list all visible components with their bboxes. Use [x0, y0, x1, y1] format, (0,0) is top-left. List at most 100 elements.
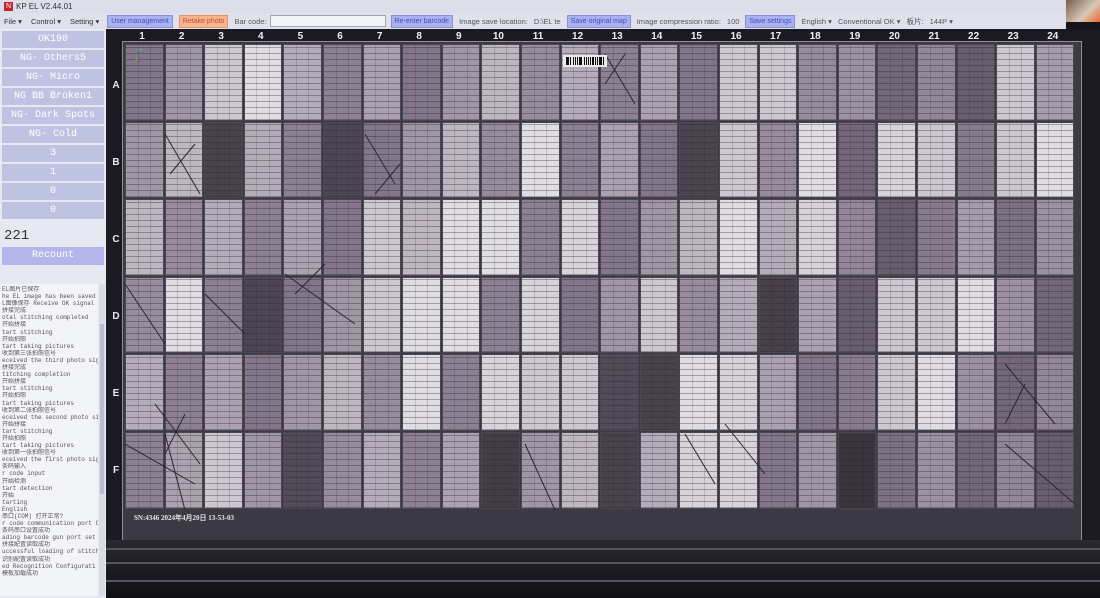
image-save-location-value[interactable]: D:\EL te [534, 17, 561, 26]
layout-label: 板片: [906, 16, 924, 26]
save-settings-button[interactable]: Save settings [745, 14, 796, 28]
menu-file[interactable]: File ▾ [0, 17, 27, 26]
column-label: 4 [258, 31, 264, 42]
log-line: 条码串口设置成功 [2, 527, 51, 535]
row-label: F [112, 465, 120, 476]
image-save-location-label: Image save location: [459, 16, 528, 26]
column-label: 23 [1007, 31, 1019, 42]
recount-button[interactable]: Recount [2, 247, 104, 265]
log-line: uccessful loading of stitchi [2, 548, 98, 556]
log-line: 拼接完成 [2, 364, 27, 372]
crack-overlay [125, 53, 1075, 510]
bar-code-input[interactable] [269, 15, 386, 27]
log-line: r code communication port C [2, 520, 98, 528]
column-label: 15 [690, 31, 702, 42]
log-line: 开始拍照 [2, 335, 27, 343]
cell-grid [125, 44, 1075, 510]
column-label: 7 [376, 31, 383, 42]
log-line: 拼接完成 [2, 307, 27, 315]
column-label: 2 [178, 31, 185, 42]
bar-code-label: Bar code: [234, 16, 267, 26]
user-management-button[interactable]: User management [107, 14, 173, 28]
log-line: tart stitching [2, 385, 53, 393]
log-line: tart taking pictures [2, 342, 75, 350]
column-label: 6 [337, 31, 343, 42]
column-label: 16 [730, 31, 742, 42]
log-line: tarting [2, 498, 28, 506]
log-line: titching completion [2, 371, 71, 379]
menu-control-label: Control [30, 16, 56, 26]
log-line: ed Recognition Configurati [2, 562, 96, 570]
category-3: NG BB Broken1 [2, 88, 104, 105]
direction-arrow-icon: → ↓ [134, 43, 143, 62]
re-enter-barcode-button[interactable]: Re-enter barcode [390, 14, 454, 28]
row-label: B [112, 157, 120, 168]
log-line: 拼接配置读取成功 [2, 541, 51, 549]
column-label: 20 [888, 31, 900, 42]
log-line: tart stitching [2, 328, 53, 336]
column-label: 10 [492, 31, 504, 42]
retake-photo-button[interactable]: Retake photo [178, 14, 229, 28]
column-label: 3 [218, 31, 224, 42]
log-line: 收到第三张拍照信号 [2, 349, 57, 357]
category-0: OK190 [2, 31, 104, 48]
window-title: KP EL V2.44.01 [16, 2, 73, 11]
log-scrollbar[interactable] [99, 284, 105, 596]
category-5: NG- Cold [2, 126, 104, 143]
row-label: D [112, 311, 120, 322]
log-line: r code input [2, 470, 46, 478]
menu-setting[interactable]: Setting ▾ [66, 17, 104, 26]
serial-timestamp: SN:4346 2024年4月20日 13-53-03 [134, 514, 234, 522]
log-line: 开始拍照 [2, 392, 27, 400]
result-mode-select[interactable]: Conventional OK ▾ [838, 17, 901, 26]
log-line: 开始拼接 [2, 378, 27, 386]
category-count-1: 1 [2, 164, 104, 181]
title-bar: N KP EL V2.44.01 [0, 0, 1100, 13]
column-label: 21 [928, 31, 940, 42]
conveyor-background [106, 540, 1100, 598]
log-line: 条码输入 [2, 463, 27, 471]
column-label: 13 [611, 31, 623, 42]
log-line: 收到第一张拍照信号 [2, 449, 57, 457]
app-logo-icon: N [4, 2, 13, 11]
menu-file-label: File [4, 16, 17, 26]
module-barcode-sticker [563, 55, 607, 67]
row-label: A [112, 80, 120, 91]
total-count: 221 [4, 228, 30, 244]
column-label: 18 [809, 31, 821, 42]
log-line: EL图片已保存 [2, 286, 40, 293]
log-line: 收到第二张拍照信号 [2, 406, 57, 414]
menu-control[interactable]: Control ▾ [27, 17, 66, 26]
scrollbar-thumb[interactable] [100, 324, 104, 494]
log-line: L图像保存 Receive OK signal [2, 300, 95, 308]
save-original-map-button[interactable]: Save original map [566, 14, 631, 28]
background-photo-corner [1066, 0, 1100, 22]
category-count-3: 0 [2, 202, 104, 219]
column-label: 1 [139, 31, 145, 42]
language-select[interactable]: English ▾ [801, 17, 831, 26]
result-mode-value: Conventional OK [837, 16, 895, 26]
compression-ratio-value[interactable]: 100 [727, 17, 740, 26]
column-label: 19 [849, 31, 861, 42]
layout-select-value: 144P [929, 16, 947, 26]
column-label: 12 [572, 31, 584, 42]
column-label: 5 [297, 31, 304, 42]
column-label: 9 [456, 31, 462, 42]
chevron-down-icon: ▾ [828, 16, 832, 26]
log-line: English [2, 505, 28, 513]
toolbar: File ▾ Control ▾ Setting ▾ User manageme… [0, 13, 1066, 29]
column-label: 11 [532, 31, 544, 42]
log-line: otal stitching completed [2, 314, 89, 322]
column-label: 14 [651, 31, 663, 42]
category-2: NG- Micro [2, 69, 104, 86]
column-labels: 1 2 3 4 5 6 7 8 9 10 11 12 13 14 15 16 17 18 19 20 21 22 23 24 [122, 31, 1082, 43]
log-line: eceived the first photo sig [2, 456, 98, 464]
log-line: 开始检测 [2, 477, 27, 485]
category-count-0: 3 [2, 145, 104, 162]
log-line: eceived the second photo si [2, 413, 98, 421]
row-label: E [112, 388, 120, 399]
category-1: NG- Others5 [2, 50, 104, 67]
log-line: eceived the third photo sig [2, 356, 98, 364]
log-list: EL图片已保存 he EL image has been saved L图像保存 R… [0, 284, 98, 596]
layout-select[interactable]: 144P ▾ [930, 17, 953, 26]
